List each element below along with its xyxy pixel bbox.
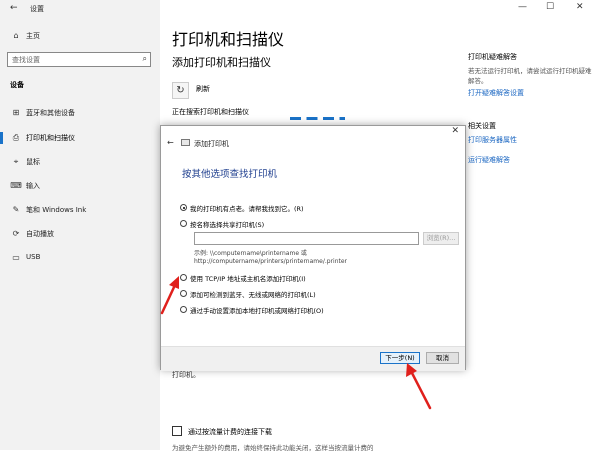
- autoplay-icon: ⟳: [12, 229, 20, 238]
- next-button[interactable]: 下一步(N): [380, 352, 420, 364]
- truncated-text: 打印机。: [172, 371, 200, 379]
- keyboard-icon: ⌨: [10, 181, 22, 190]
- metered-description: 为避免产生额外的费用，请始终保持此功能关闭，这样当按流量计费的: [172, 444, 374, 452]
- option-label: 添加可检测到蓝牙、无线或网络的打印机(L): [190, 291, 316, 299]
- dialog-back-button[interactable]: ←: [167, 138, 174, 147]
- mouse-icon: ⌖: [13, 157, 19, 166]
- searching-status: 正在搜索打印机和扫描仪: [172, 108, 249, 116]
- back-icon[interactable]: ←: [10, 3, 18, 13]
- radio-button[interactable]: [180, 220, 187, 227]
- option-label: 按名称选择共享打印机(S): [190, 221, 265, 229]
- add-printer-dialog: ✕ ← 添加打印机 按其他选项查找打印机 我的打印机有点老。请帮我找到它。(R)…: [160, 125, 466, 371]
- sidebar-item-label: 打印机和扫描仪: [26, 134, 75, 142]
- dialog-title: 添加打印机: [194, 140, 229, 148]
- progress-dots: [290, 117, 345, 120]
- example-text: 示例: \\computername\printername 或 http://…: [194, 250, 347, 266]
- refresh-button[interactable]: ↻: [172, 82, 189, 99]
- example-line: 示例: \\computername\printername 或: [194, 250, 307, 257]
- related-settings-title: 相关设置: [468, 122, 496, 130]
- sidebar-item-label: 笔和 Windows Ink: [26, 206, 87, 214]
- radio-button[interactable]: [180, 274, 187, 281]
- refresh-label: 刷新: [196, 85, 210, 93]
- shared-printer-input[interactable]: [194, 232, 419, 245]
- troubleshoot-text: 若无法运行打印机，请尝试运行打印机疑难解答。: [468, 67, 592, 85]
- minimize-button[interactable]: —: [518, 2, 527, 12]
- dialog-heading: 按其他选项查找打印机: [182, 169, 278, 180]
- troubleshoot-title: 打印机疑难解答: [468, 53, 517, 61]
- printer-icon: ⎙: [12, 133, 20, 142]
- page-title: 打印机和扫描仪: [172, 30, 285, 49]
- search-input[interactable]: 查找设置 ⌕: [7, 52, 151, 67]
- refresh-icon: ↻: [176, 85, 185, 96]
- sidebar-item-label: USB: [26, 253, 41, 261]
- printer-icon: [181, 139, 190, 146]
- bluetooth-devices-icon: ⊞: [12, 108, 20, 117]
- option-label: 通过手动设置添加本地打印机或网络打印机(O): [190, 307, 324, 315]
- search-placeholder: 查找设置: [12, 56, 40, 64]
- window-title: 设置: [30, 5, 44, 13]
- dialog-close-button[interactable]: ✕: [451, 126, 459, 136]
- sidebar-item-label: 主页: [26, 32, 40, 40]
- sidebar-item-label: 输入: [26, 182, 40, 190]
- usb-icon: ▭: [12, 253, 20, 262]
- pen-icon: ✎: [12, 205, 20, 214]
- cancel-button[interactable]: 取消: [426, 352, 459, 364]
- metered-checkbox[interactable]: [172, 426, 182, 436]
- section-title: 添加打印机和扫描仪: [172, 56, 271, 69]
- section-heading: 设备: [10, 81, 24, 89]
- metered-label: 通过按流量计费的连接下载: [188, 428, 272, 436]
- active-indicator: [0, 132, 3, 144]
- run-troubleshooter-link[interactable]: 运行疑难解答: [468, 155, 510, 165]
- radio-button[interactable]: [180, 290, 187, 297]
- close-button[interactable]: ✕: [576, 2, 584, 12]
- sidebar-item-label: 鼠标: [26, 158, 40, 166]
- print-server-properties-link[interactable]: 打印服务器属性: [468, 135, 517, 145]
- maximize-button[interactable]: ☐: [546, 2, 554, 12]
- sidebar-item-label: 自动播放: [26, 230, 54, 238]
- example-line: http://computername/printers/printername…: [194, 258, 348, 265]
- option-label: 我的打印机有点老。请帮我找到它。(R): [190, 205, 304, 213]
- browse-button[interactable]: 浏览(R)...: [423, 232, 459, 245]
- home-icon: ⌂: [13, 31, 19, 40]
- radio-button[interactable]: [180, 306, 187, 313]
- settings-sidebar: ← 设置 ⌂ 主页 查找设置 ⌕ 设备 ⊞ 蓝牙和其他设备 ⎙ 打印机和扫描仪 …: [0, 0, 160, 450]
- option-label: 使用 TCP/IP 地址或主机名添加打印机(I): [190, 275, 306, 283]
- troubleshoot-link[interactable]: 打开疑难解答设置: [468, 88, 524, 98]
- search-icon: ⌕: [142, 54, 147, 63]
- sidebar-item-label: 蓝牙和其他设备: [26, 109, 75, 117]
- radio-button[interactable]: [180, 204, 187, 211]
